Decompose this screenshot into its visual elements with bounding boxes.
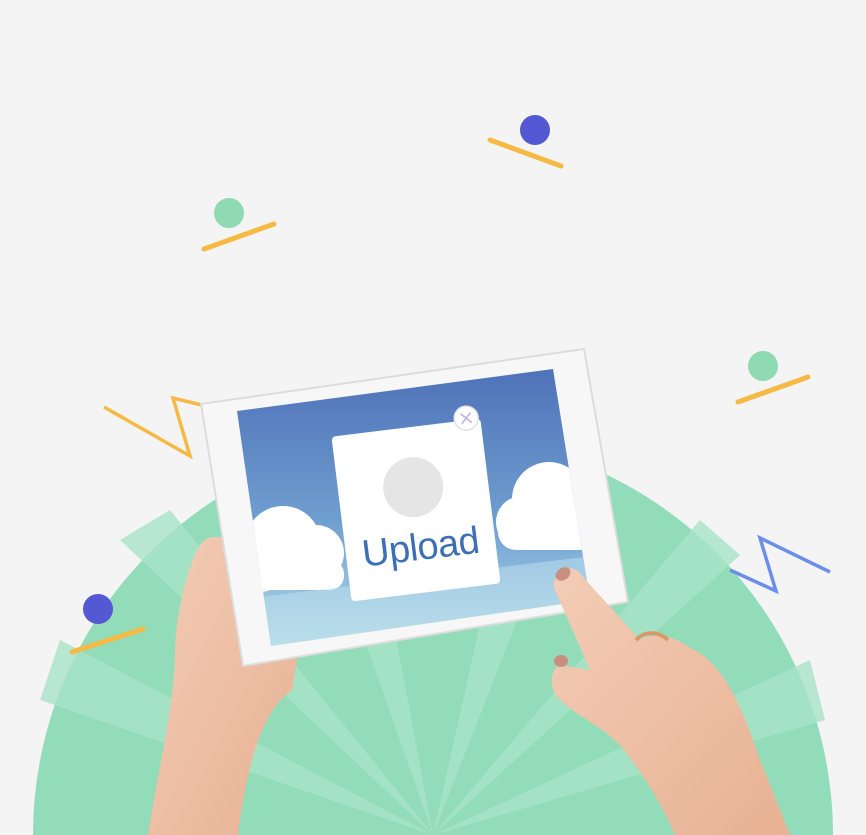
decor-dot-indigo-top bbox=[487, 115, 564, 169]
decor-dot-mint-right bbox=[735, 351, 811, 405]
decor-dot-mint-left bbox=[201, 198, 277, 252]
decor-zigzag-blue bbox=[729, 534, 831, 595]
decor-zigzag-yellow bbox=[103, 395, 215, 460]
upload-card[interactable]: Upload bbox=[331, 405, 501, 602]
illustration-scene bbox=[33, 115, 833, 835]
